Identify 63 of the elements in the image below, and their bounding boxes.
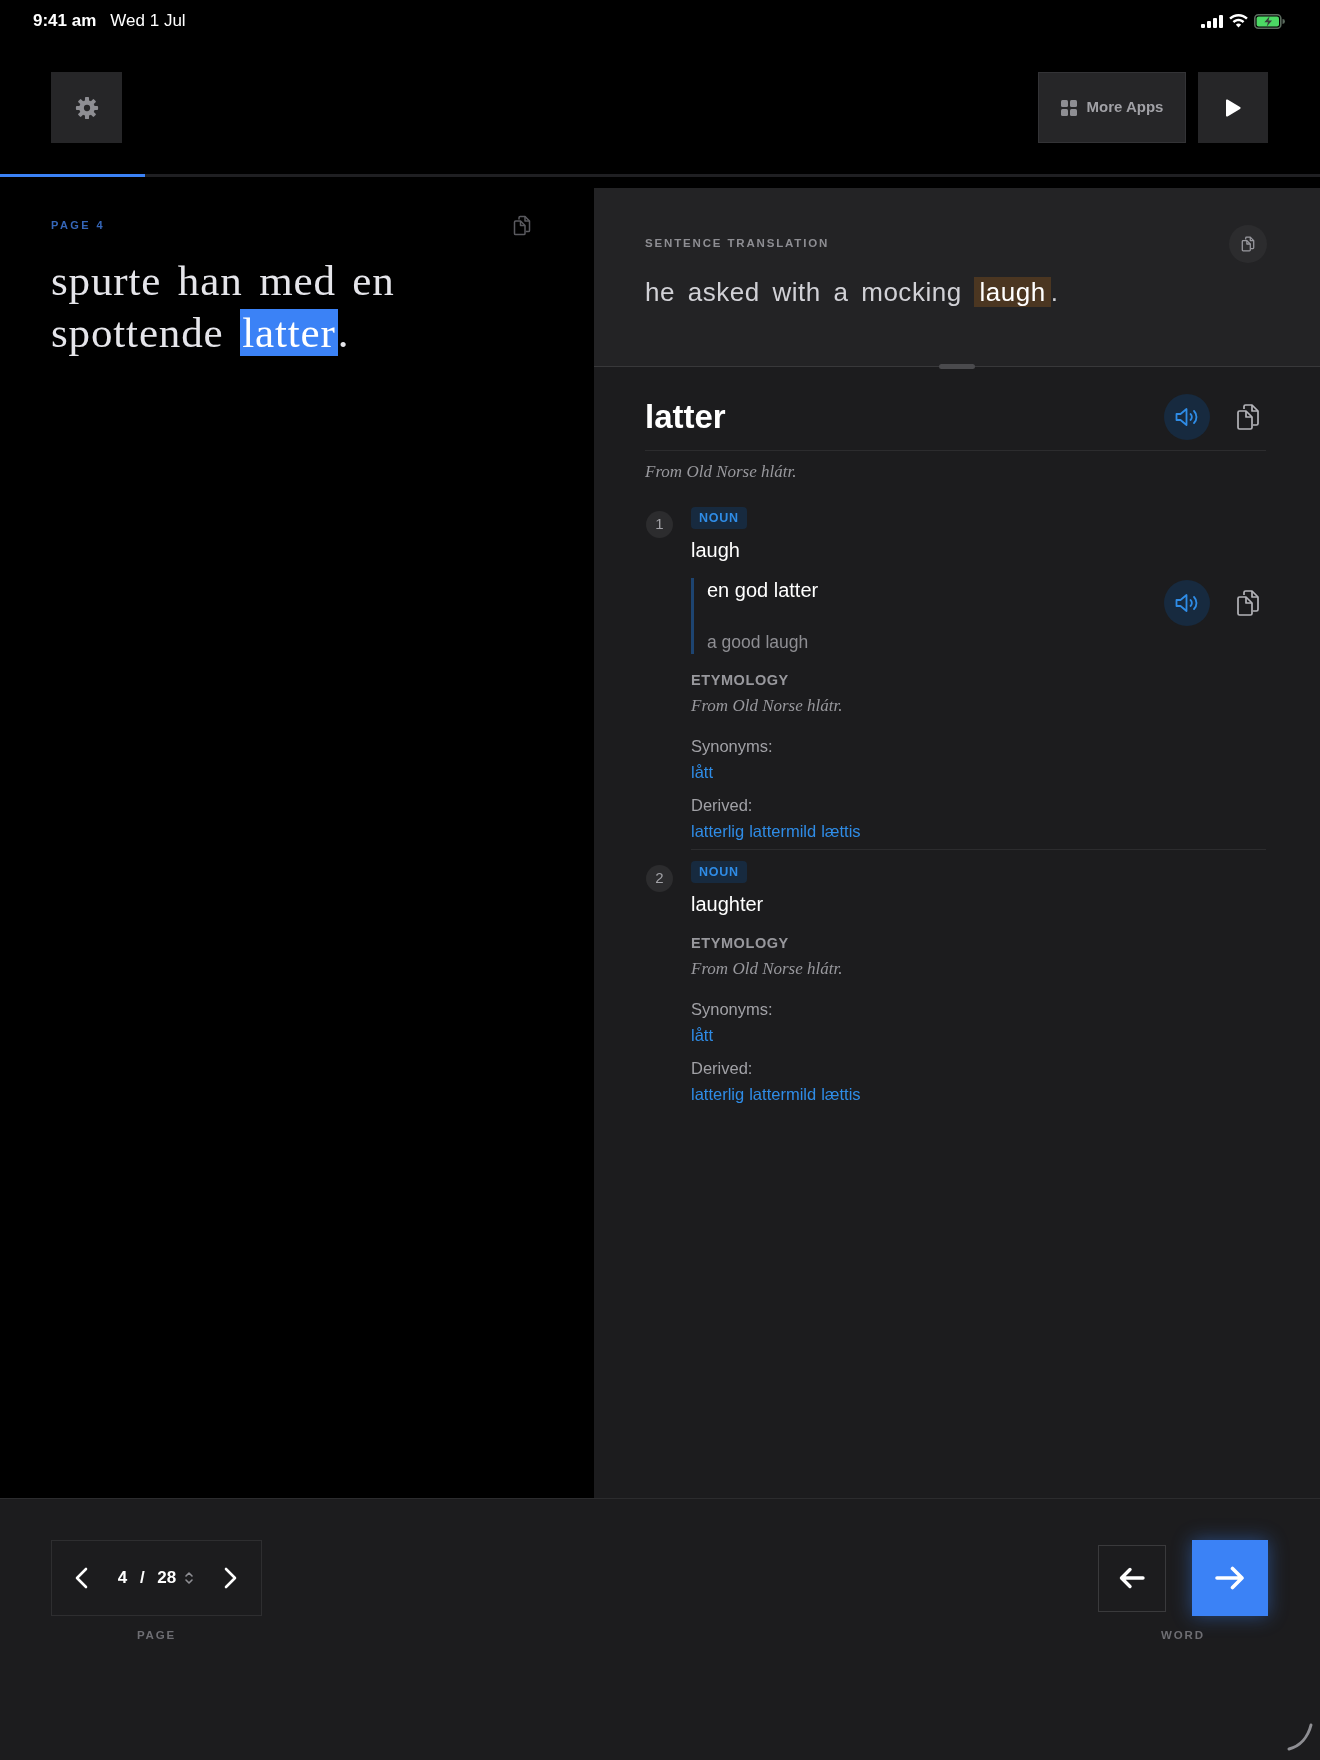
synonym-link[interactable]: lått (691, 1024, 713, 1046)
etymology-text: From Old Norse hlátr. (691, 958, 843, 980)
sense-number: 1 (646, 511, 673, 538)
example-translation: a good laugh (707, 631, 809, 654)
highlighted-word[interactable]: latter (240, 309, 338, 356)
derived-link[interactable]: latterlig (691, 820, 745, 842)
headword: latter (645, 397, 726, 437)
status-date: Wed 1 Jul (110, 10, 186, 33)
more-apps-button[interactable]: More Apps (1038, 72, 1186, 143)
sense-number: 2 (646, 865, 673, 892)
arrow-left-icon (1119, 1567, 1145, 1589)
etymology-heading: ETYMOLOGY (691, 934, 789, 953)
grid-icon (1060, 99, 1077, 116)
synonym-link[interactable]: lått (691, 761, 713, 783)
wifi-icon (1229, 14, 1248, 28)
page-number-label: PAGE 4 (51, 217, 106, 233)
up-down-chevron-icon (184, 1571, 195, 1585)
etymology-text: From Old Norse hlátr. (691, 695, 843, 717)
chevron-right-icon[interactable] (224, 1567, 237, 1589)
pronounce-button[interactable] (1164, 580, 1210, 626)
pronounce-button[interactable] (1164, 394, 1210, 440)
derived-label: Derived: (691, 795, 753, 816)
speaker-icon (1175, 593, 1199, 613)
part-of-speech-label: NOUN (691, 507, 747, 529)
previous-word-button[interactable] (1098, 1544, 1166, 1612)
word-nav-label: WORD (1161, 1628, 1205, 1643)
drag-handle[interactable] (939, 364, 975, 369)
copy-icon (1241, 236, 1255, 252)
derived-link[interactable]: lættis (821, 1083, 861, 1105)
derived-label: Derived: (691, 1058, 753, 1079)
highlighted-word: laugh (974, 277, 1051, 307)
derived-link[interactable]: lattermild (749, 820, 817, 842)
synonyms-label: Synonyms: (691, 999, 773, 1020)
part-of-speech-label: NOUN (691, 861, 747, 883)
derived-link[interactable]: latterlig (691, 1083, 745, 1105)
word-etymology: From Old Norse hlátr. (645, 461, 797, 483)
sense-gloss: laugh (691, 538, 740, 563)
battery-charging-icon (1254, 13, 1285, 29)
copy-button[interactable] (1229, 225, 1267, 263)
sense-gloss: laughter (691, 892, 764, 917)
section-title: SENTENCE TRANSLATION (645, 236, 830, 252)
settings-button[interactable] (51, 72, 122, 143)
synonyms-label: Synonyms: (691, 736, 773, 757)
copy-icon[interactable] (1236, 403, 1260, 431)
example-sentence: en god latter (707, 578, 819, 602)
etymology-heading: ETYMOLOGY (691, 671, 789, 690)
pager-label: PAGE (136, 1628, 177, 1643)
status-time: 9:41 am (33, 10, 97, 33)
speaker-icon (1175, 407, 1199, 427)
play-button[interactable] (1198, 72, 1268, 143)
page-picker[interactable]: 4 / 28 (117, 1565, 195, 1591)
play-icon (1225, 98, 1241, 117)
copy-icon[interactable] (1236, 589, 1260, 617)
translated-sentence: he asked with a mocking laugh . (645, 276, 1060, 309)
signal-icon (1201, 14, 1223, 28)
settings-icon (74, 95, 99, 120)
arrow-right-icon (1215, 1566, 1245, 1590)
next-word-button[interactable] (1192, 1540, 1268, 1616)
derived-link[interactable]: lattermild (749, 1083, 817, 1105)
derived-link[interactable]: lættis (821, 820, 861, 842)
source-sentence: spurte han med en spottende latter. (51, 256, 396, 358)
corner-arc-icon (1287, 1723, 1313, 1751)
chevron-left-icon[interactable] (75, 1567, 88, 1589)
